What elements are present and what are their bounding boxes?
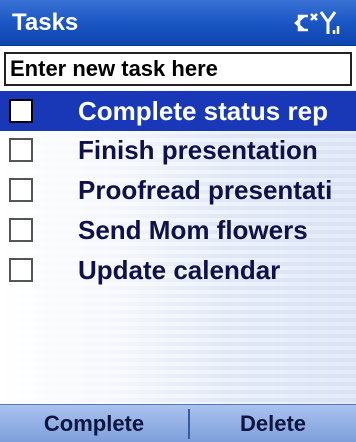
task-checkbox[interactable] <box>9 218 33 242</box>
task-checkbox[interactable] <box>9 178 33 202</box>
task-row-send-mom-flowers[interactable]: Send Mom flowers <box>0 210 356 250</box>
signal-strength-icon <box>319 11 340 34</box>
status-icons[interactable] <box>294 8 342 38</box>
task-checkbox[interactable] <box>9 99 33 123</box>
connectivity-icon <box>294 13 318 32</box>
task-label: Finish presentation <box>78 135 318 165</box>
task-row-proofread-presentation[interactable]: Proofread presentati <box>0 170 356 210</box>
task-checkbox[interactable] <box>9 258 33 282</box>
softkey-bar: Complete Delete <box>0 404 356 442</box>
task-label: Update calendar <box>78 255 281 285</box>
task-row-update-calendar[interactable]: Update calendar <box>0 250 356 290</box>
task-row-complete-status-report[interactable]: Complete status rep <box>0 91 356 131</box>
task-label: Send Mom flowers <box>78 215 308 245</box>
app-title: Tasks <box>12 9 79 36</box>
task-checkbox[interactable] <box>9 138 33 162</box>
new-task-input[interactable]: Enter new task here <box>4 52 352 86</box>
delete-softkey-button[interactable]: Delete <box>190 405 356 442</box>
task-list: Complete status rep Finish presentation … <box>0 90 356 404</box>
task-label: Complete status rep <box>78 96 328 126</box>
complete-softkey-button[interactable]: Complete <box>0 405 188 442</box>
task-label: Proofread presentati <box>78 175 333 205</box>
task-row-finish-presentation[interactable]: Finish presentation <box>0 130 356 170</box>
title-bar: Tasks <box>0 0 356 46</box>
